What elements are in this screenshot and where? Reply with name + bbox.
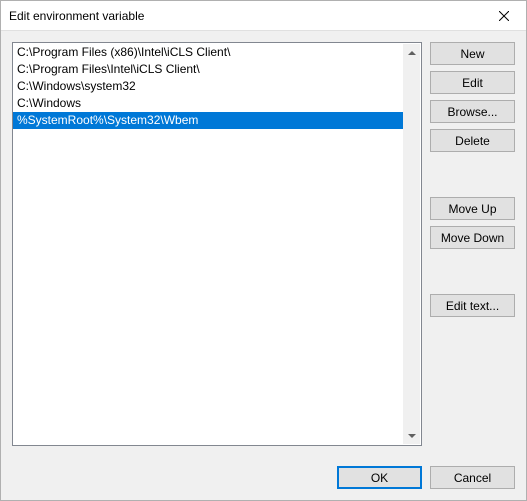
dialog-window: Edit environment variable C:\Program Fil…: [0, 0, 527, 501]
list-item[interactable]: C:\Program Files\Intel\iCLS Client\: [13, 61, 403, 78]
titlebar: Edit environment variable: [1, 1, 526, 31]
path-listbox[interactable]: C:\Program Files (x86)\Intel\iCLS Client…: [12, 42, 422, 446]
window-title: Edit environment variable: [1, 9, 481, 23]
list-item[interactable]: C:\Windows\system32: [13, 78, 403, 95]
edit-button[interactable]: Edit: [430, 71, 515, 94]
dialog-buttons: OK Cancel: [12, 466, 515, 489]
main-row: C:\Program Files (x86)\Intel\iCLS Client…: [12, 42, 515, 446]
cancel-button[interactable]: Cancel: [430, 466, 515, 489]
new-button[interactable]: New: [430, 42, 515, 65]
scroll-track[interactable]: [403, 61, 420, 427]
list-item[interactable]: %SystemRoot%\System32\Wbem: [13, 112, 403, 129]
list-items: C:\Program Files (x86)\Intel\iCLS Client…: [13, 44, 403, 129]
ok-button[interactable]: OK: [337, 466, 422, 489]
browse-button[interactable]: Browse...: [430, 100, 515, 123]
chevron-up-icon: [408, 51, 416, 55]
close-icon: [499, 11, 509, 21]
scroll-down-button[interactable]: [403, 427, 420, 444]
scrollbar[interactable]: [403, 44, 420, 444]
move-up-button[interactable]: Move Up: [430, 197, 515, 220]
client-area: C:\Program Files (x86)\Intel\iCLS Client…: [1, 31, 526, 500]
delete-button[interactable]: Delete: [430, 129, 515, 152]
chevron-down-icon: [408, 434, 416, 438]
list-item[interactable]: C:\Program Files (x86)\Intel\iCLS Client…: [13, 44, 403, 61]
list-item[interactable]: C:\Windows: [13, 95, 403, 112]
move-down-button[interactable]: Move Down: [430, 226, 515, 249]
edit-text-button[interactable]: Edit text...: [430, 294, 515, 317]
scroll-up-button[interactable]: [403, 44, 420, 61]
button-column: New Edit Browse... Delete Move Up Move D…: [430, 42, 515, 446]
close-button[interactable]: [481, 1, 526, 31]
